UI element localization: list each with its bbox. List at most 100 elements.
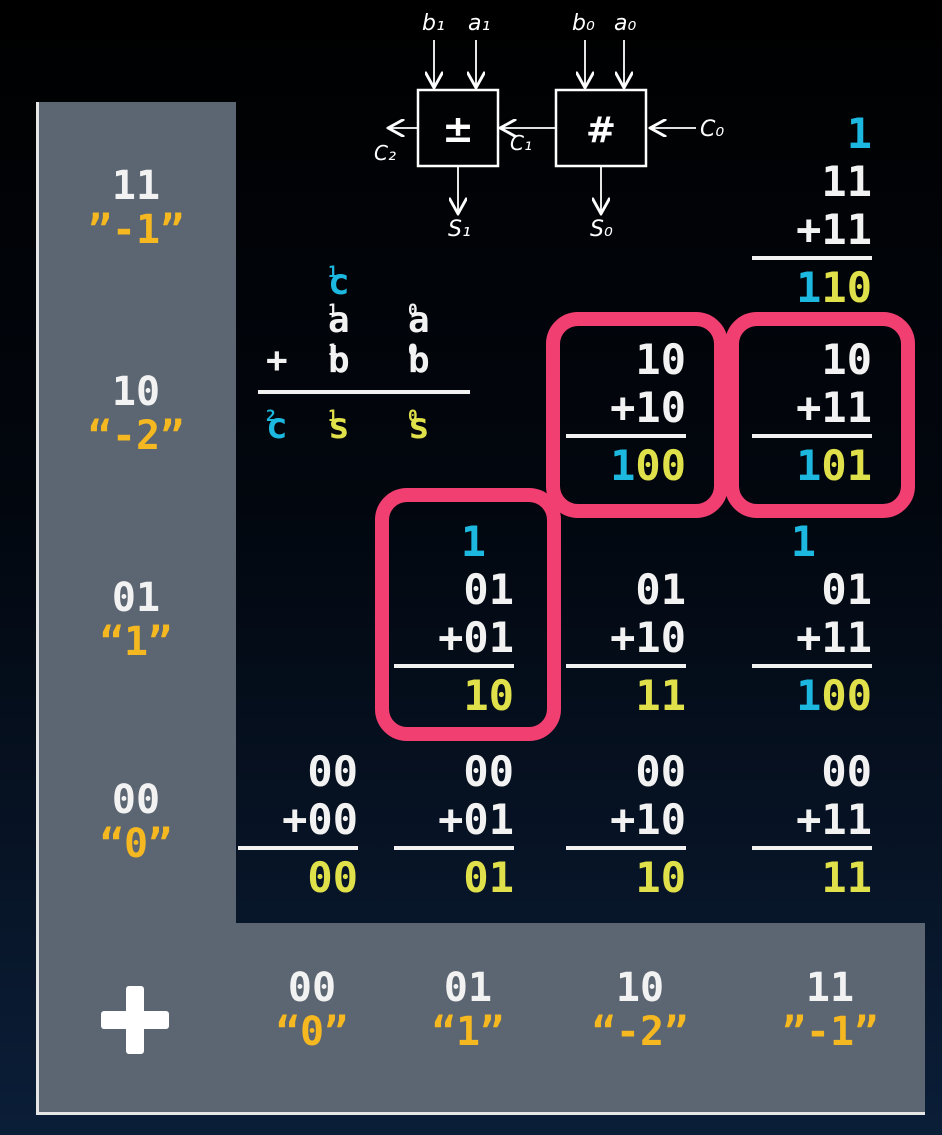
adder-circuit-diagram: ± # b₁ a₁ b₀ a₀ C₀ C₁ C₂ S₁ S₀ bbox=[374, 11, 724, 242]
sum-result: 00 bbox=[238, 854, 358, 902]
label-b0: b₀ bbox=[572, 11, 595, 36]
addend-a: 00 bbox=[635, 747, 686, 796]
addend-a: 10 bbox=[635, 335, 686, 384]
sum-result: 11 bbox=[566, 672, 686, 720]
col-binary: 11 bbox=[805, 965, 855, 1011]
addend-a: 00 bbox=[463, 747, 514, 796]
sum-result: 01 bbox=[394, 854, 514, 902]
row-value: “1” bbox=[99, 619, 173, 665]
legend-plus: + bbox=[266, 340, 288, 381]
sum-rule bbox=[566, 664, 686, 668]
label-b1: b₁ bbox=[422, 11, 445, 36]
result-carry: 1 bbox=[796, 671, 822, 720]
result-carry: 1 bbox=[610, 441, 636, 490]
carry-digit: 1 bbox=[846, 109, 872, 158]
sum-cell-r00c00: 00 +00 00 bbox=[238, 748, 358, 902]
col-label-11: 11 ”-1” bbox=[745, 966, 915, 1054]
addend-b: +11 bbox=[796, 383, 872, 432]
label-c2: C₂ bbox=[374, 141, 396, 165]
addend-a: 00 bbox=[821, 747, 872, 796]
sum-result: 101 bbox=[752, 442, 872, 490]
label-s1: S₁ bbox=[448, 217, 471, 242]
sum-result: 10 bbox=[394, 672, 514, 720]
row-label-11: 11 ”-1” bbox=[40, 164, 232, 252]
sum-result: 100 bbox=[752, 672, 872, 720]
result-bits: 00 bbox=[821, 671, 872, 720]
carry-digit: 1 bbox=[460, 517, 486, 566]
label-c0: C₀ bbox=[700, 117, 724, 142]
row-binary: 01 bbox=[111, 575, 161, 621]
plus-icon bbox=[95, 980, 175, 1060]
sum-cell-r00c11: 00 +11 11 bbox=[752, 748, 872, 902]
sum-rule bbox=[566, 846, 686, 850]
result-bits: 01 bbox=[463, 853, 514, 902]
label-s0: S₀ bbox=[590, 217, 613, 242]
result-carry: 1 bbox=[796, 263, 822, 312]
sum-rule bbox=[752, 434, 872, 438]
label-c1: C₁ bbox=[510, 131, 532, 155]
sum-rule bbox=[238, 846, 358, 850]
col-binary: 00 bbox=[287, 965, 337, 1011]
label-a1: a₁ bbox=[468, 11, 490, 36]
carry-digit: 1 bbox=[790, 517, 816, 566]
result-bits: 00 bbox=[307, 853, 358, 902]
sum-rule bbox=[752, 256, 872, 260]
result-carry: 1 bbox=[796, 441, 822, 490]
block1-symbol: ± bbox=[442, 107, 474, 151]
sum-result: 10 bbox=[566, 854, 686, 902]
col-binary: 01 bbox=[443, 965, 493, 1011]
label-a0: a₀ bbox=[614, 11, 636, 36]
addend-a: 01 bbox=[821, 565, 872, 614]
col-label-10: 10 “-2” bbox=[555, 966, 725, 1054]
sum-cell-r10c11: 10 +11 101 bbox=[752, 336, 872, 490]
result-bits: 10 bbox=[635, 853, 686, 902]
sum-cell-r11c11: 1 11 +11 110 bbox=[752, 110, 872, 312]
addend-b: +11 bbox=[796, 795, 872, 844]
addend-a: 01 bbox=[635, 565, 686, 614]
sum-rule bbox=[752, 664, 872, 668]
addend-b: +10 bbox=[610, 383, 686, 432]
row-binary: 11 bbox=[111, 163, 161, 209]
col-value: “-2” bbox=[591, 1009, 689, 1055]
sum-cell-r01c01: 1 01 +01 10 bbox=[394, 518, 514, 720]
sum-cell-r01c11: 1 01 +11 100 bbox=[752, 518, 872, 720]
row-binary: 10 bbox=[111, 369, 161, 415]
addend-b: +01 bbox=[438, 795, 514, 844]
sum-cell-r01c10: 01 +10 11 bbox=[566, 566, 686, 720]
sum-result: 110 bbox=[752, 264, 872, 312]
col-binary: 10 bbox=[615, 965, 665, 1011]
row-label-00: 00 “0” bbox=[40, 778, 232, 866]
addend-a: 10 bbox=[821, 335, 872, 384]
row-binary: 00 bbox=[111, 777, 161, 823]
col-value: “0” bbox=[275, 1009, 349, 1055]
col-label-01: 01 “1” bbox=[383, 966, 553, 1054]
row-value: ”-1” bbox=[87, 207, 185, 253]
result-bits: 01 bbox=[821, 441, 872, 490]
row-label-10: 10 “-2” bbox=[40, 370, 232, 458]
sum-rule bbox=[394, 846, 514, 850]
addend-b: +11 bbox=[796, 613, 872, 662]
row-value: “0” bbox=[99, 821, 173, 867]
addend-a: 01 bbox=[463, 565, 514, 614]
result-bits: 00 bbox=[635, 441, 686, 490]
result-bits: 10 bbox=[821, 263, 872, 312]
result-bits: 11 bbox=[821, 853, 872, 902]
sum-rule bbox=[394, 664, 514, 668]
sum-result: 11 bbox=[752, 854, 872, 902]
row-value: “-2” bbox=[87, 413, 185, 459]
result-bits: 10 bbox=[463, 671, 514, 720]
sum-cell-r00c01: 00 +01 01 bbox=[394, 748, 514, 902]
sum-cell-r00c10: 00 +10 10 bbox=[566, 748, 686, 902]
legend-rule bbox=[258, 390, 470, 394]
col-value: “1” bbox=[431, 1009, 505, 1055]
sum-result: 100 bbox=[566, 442, 686, 490]
addend-b: +10 bbox=[610, 613, 686, 662]
addend-a: 11 bbox=[821, 157, 872, 206]
sum-rule bbox=[566, 434, 686, 438]
addend-a: 00 bbox=[307, 747, 358, 796]
row-label-01: 01 “1” bbox=[40, 576, 232, 664]
col-value: ”-1” bbox=[781, 1009, 879, 1055]
addend-b: +01 bbox=[438, 613, 514, 662]
block0-symbol: # bbox=[586, 110, 616, 151]
col-label-00: 00 “0” bbox=[227, 966, 397, 1054]
